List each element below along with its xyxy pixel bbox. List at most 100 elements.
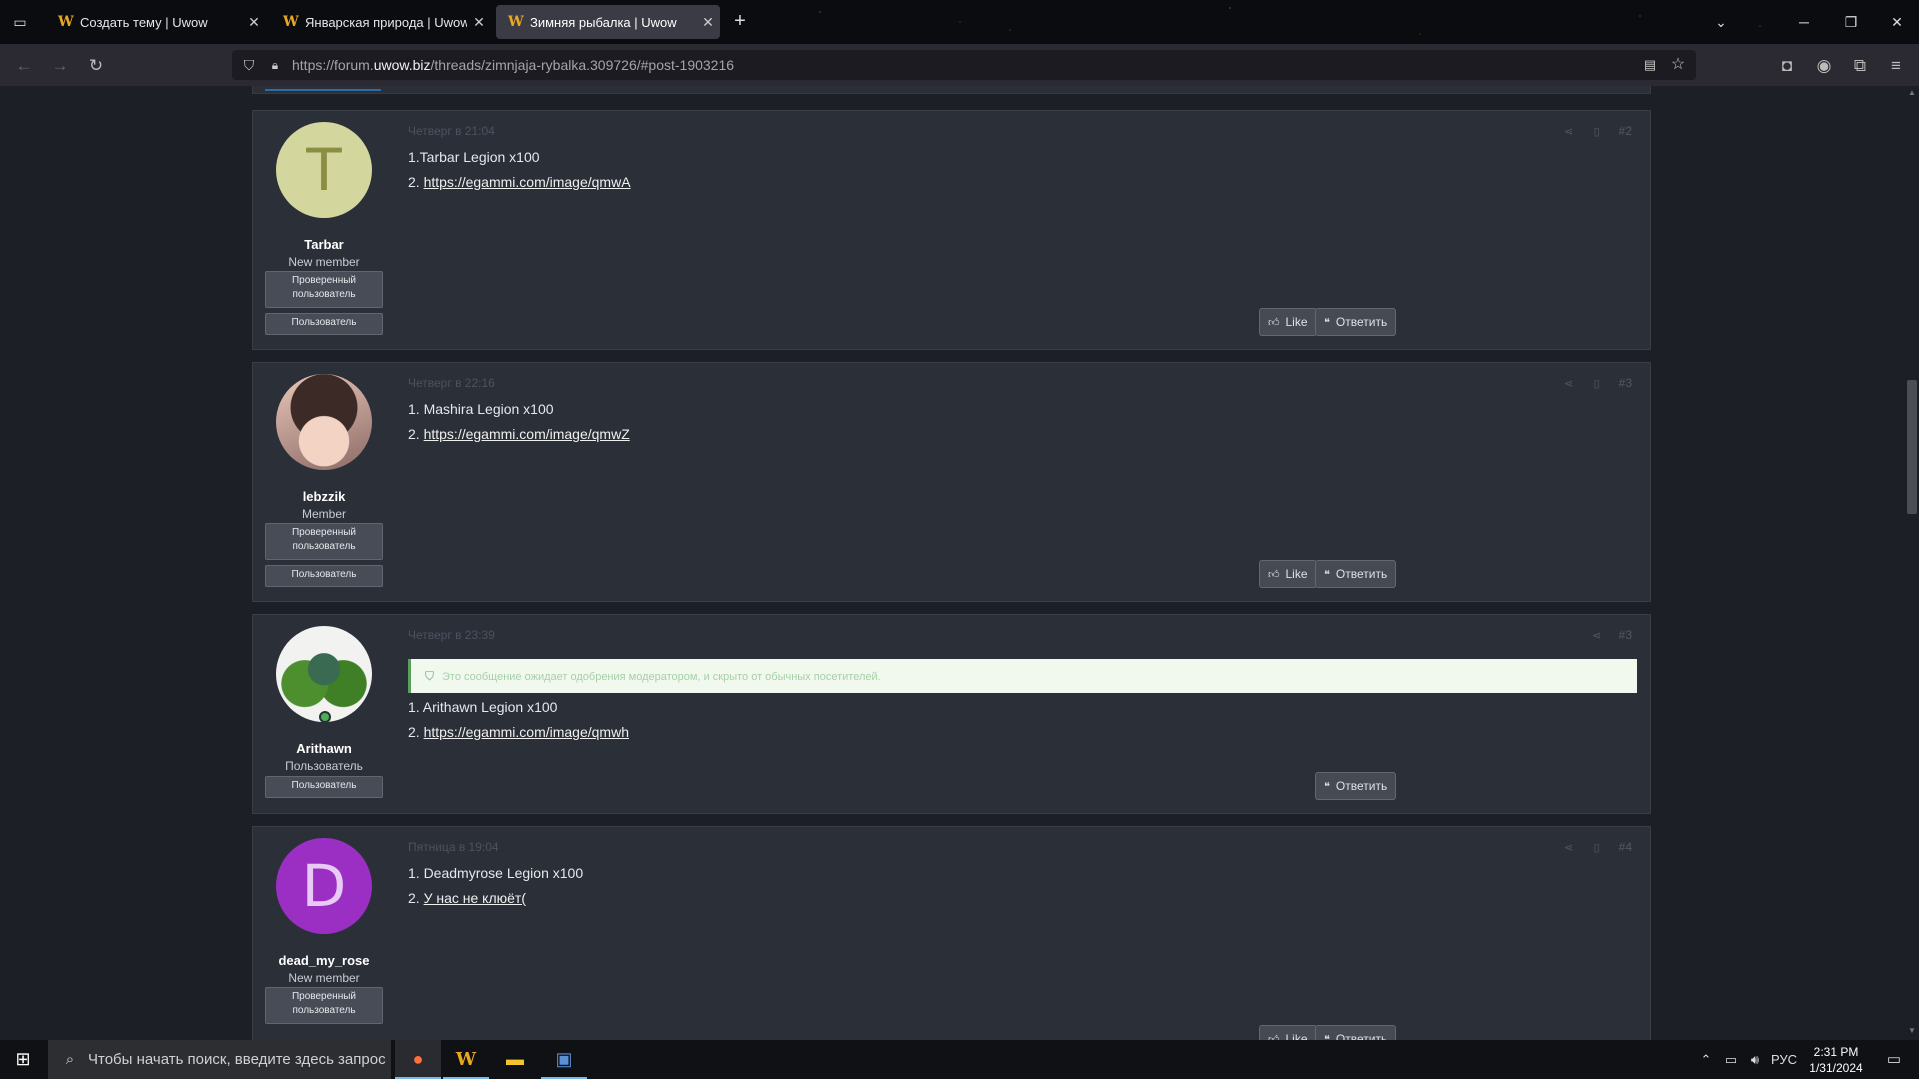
lock-icon[interactable]: 🔒︎ (266, 55, 284, 75)
quote-icon: ❝ (1324, 568, 1330, 581)
browser-tab-bar: ▭ W Создать тему | Uwow ✕ W Январская пр… (0, 0, 1919, 44)
post-link[interactable]: https://egammi.com/image/qmwZ (424, 426, 630, 442)
post-link[interactable]: У нас не клюёт( (424, 890, 526, 906)
tracking-protection-shield-icon[interactable]: ⛉ (240, 55, 258, 75)
user-banner: Пользователь (265, 565, 383, 587)
reply-button[interactable]: ❝ Ответить (1315, 1025, 1397, 1041)
post-line: 2. https://egammi.com/image/qmwZ (408, 426, 630, 442)
like-button[interactable]: 👍︎ Like (1259, 560, 1317, 588)
share-icon[interactable]: ⋖ (1563, 377, 1575, 390)
uwow-favicon-icon: W (58, 14, 74, 30)
clock-date: 1/31/2024 (1809, 1061, 1863, 1075)
active-tab-underline (265, 89, 381, 91)
reply-button[interactable]: ❝ Ответить (1315, 772, 1397, 800)
post-date[interactable]: Четверг в 21:04 (408, 124, 495, 138)
menu-hamburger-icon[interactable]: ≡ (1882, 52, 1910, 80)
back-arrow-icon[interactable]: ← (10, 52, 38, 80)
network-icon[interactable]: ▭ (1720, 1040, 1742, 1079)
user-title: Пользователь (285, 759, 363, 773)
username[interactable]: dead_my_rose (253, 953, 395, 968)
avatar[interactable] (276, 626, 372, 722)
extensions-puzzle-icon[interactable]: ⧉ (1846, 52, 1874, 80)
taskbar-clock[interactable]: 2:31 PM 1/31/2024 (1800, 1044, 1872, 1076)
close-icon[interactable]: ✕ (242, 14, 266, 31)
user-banner: Проверенный пользователь (265, 523, 383, 560)
reply-button[interactable]: ❝ Ответить (1315, 308, 1397, 336)
browser-nav-bar: ← → ↻ ⛉ 🔒︎ https://forum.uwow.biz/thread… (0, 44, 1919, 86)
bookmark-star-icon[interactable]: ☆ (1668, 55, 1688, 75)
tray-overflow-chevron-up-icon[interactable]: ⌃ (1696, 1040, 1716, 1079)
post-number[interactable]: #3 (1619, 376, 1632, 390)
close-icon[interactable]: ✕ (467, 14, 491, 31)
tab-winter-fishing[interactable]: W Зимняя рыбалка | Uwow ✕ (496, 5, 720, 39)
volume-icon[interactable]: 🔊︎ (1744, 1040, 1766, 1079)
bookmark-icon[interactable]: ▯ (1591, 841, 1603, 854)
tab-create-topic[interactable]: W Создать тему | Uwow ✕ (46, 5, 266, 39)
app-taskbar-icon[interactable]: ▣ (541, 1040, 587, 1079)
avatar[interactable]: D (276, 838, 372, 934)
notifications-icon[interactable]: ▭ (1876, 1040, 1912, 1079)
reply-button[interactable]: ❝ Ответить (1315, 560, 1397, 588)
file-explorer-taskbar-icon[interactable]: ▬ (492, 1040, 538, 1079)
clock-time: 2:31 PM (1813, 1045, 1859, 1059)
user-banner: Пользователь (265, 313, 383, 335)
share-icon[interactable]: ⋖ (1563, 841, 1575, 854)
bookmark-icon[interactable]: ▯ (1591, 377, 1603, 390)
windows-start-icon[interactable]: ⊞ (0, 1040, 46, 1079)
avatar[interactable] (276, 374, 372, 470)
previous-block-edge (252, 86, 1651, 94)
username[interactable]: Arithawn (253, 741, 395, 756)
close-icon[interactable]: ✕ (696, 14, 720, 31)
close-window-icon[interactable]: ✕ (1882, 8, 1912, 36)
tab-list-icon[interactable]: ▭ (10, 12, 30, 32)
scrollbar-thumb[interactable] (1907, 380, 1917, 514)
quote-icon: ❝ (1324, 1033, 1330, 1041)
like-button[interactable]: 👍︎ Like (1259, 1025, 1317, 1040)
scroll-up-arrow-icon[interactable]: ▲ (1907, 88, 1917, 98)
account-icon[interactable]: ◉ (1810, 52, 1838, 80)
avatar-letter: T (306, 136, 342, 204)
reader-view-icon[interactable]: ▤ (1640, 55, 1660, 75)
page-scrollbar[interactable]: ▲ ▼ (1905, 86, 1919, 1040)
moderation-notice: ⛉ Это сообщение ожидает одобрения модерат… (408, 659, 1637, 693)
post-date[interactable]: Четверг в 23:39 (408, 628, 495, 642)
post-date[interactable]: Пятница в 19:04 (408, 840, 499, 854)
uwow-favicon-icon: W (508, 14, 524, 30)
post-link[interactable]: https://egammi.com/image/qmwh (424, 724, 629, 740)
minimize-icon[interactable]: ─ (1789, 8, 1819, 36)
like-button[interactable]: 👍︎ Like (1259, 308, 1317, 336)
post-body: 1. Deadmyrose Legion x100 2. У нас не кл… (408, 861, 583, 911)
windows-taskbar: ⊞ ⌕ Чтобы начать поиск, введите здесь за… (0, 1040, 1919, 1079)
pocket-icon[interactable]: ◘ (1773, 52, 1801, 80)
post-link[interactable]: https://egammi.com/image/qmwA (424, 174, 631, 190)
restore-icon[interactable]: ❐ (1836, 8, 1866, 36)
avatar[interactable]: T (276, 122, 372, 218)
post-number[interactable]: #4 (1619, 840, 1632, 854)
post-line: 2. https://egammi.com/image/qmwh (408, 724, 629, 740)
uwow-launcher-taskbar-icon[interactable]: W (443, 1040, 489, 1079)
username[interactable]: lebzzik (253, 489, 395, 504)
share-icon[interactable]: ⋖ (1591, 629, 1603, 642)
url-text[interactable]: https://forum.uwow.biz/threads/zimnjaja-… (292, 50, 734, 80)
search-icon: ⌕ (65, 1051, 75, 1068)
reload-icon[interactable]: ↻ (82, 52, 110, 80)
post-number[interactable]: #3 (1619, 628, 1632, 642)
address-bar[interactable]: ⛉ 🔒︎ https://forum.uwow.biz/threads/zimn… (232, 50, 1696, 80)
post-actions: ⋖ #3 (1591, 628, 1632, 642)
shield-icon: ⛉ (425, 669, 435, 683)
input-language[interactable]: РУС (1768, 1040, 1800, 1079)
tab-january-nature[interactable]: W Январская природа | Uwow ✕ (271, 5, 491, 39)
post-line: 2. https://egammi.com/image/qmwA (408, 174, 631, 190)
tab-overflow-chevron-down-icon[interactable]: ⌄ (1706, 8, 1736, 36)
bookmark-icon[interactable]: ▯ (1591, 125, 1603, 138)
forward-arrow-icon[interactable]: → (46, 52, 74, 80)
new-tab-button[interactable]: + (728, 10, 752, 34)
username[interactable]: Tarbar (253, 237, 395, 252)
firefox-taskbar-icon[interactable]: ● (395, 1040, 441, 1079)
scroll-down-arrow-icon[interactable]: ▼ (1907, 1026, 1917, 1036)
post-number[interactable]: #2 (1619, 124, 1632, 138)
share-icon[interactable]: ⋖ (1563, 125, 1575, 138)
post-date[interactable]: Четверг в 22:16 (408, 376, 495, 390)
post-line: 1. Mashira Legion x100 (408, 401, 554, 417)
taskbar-search-input[interactable]: ⌕ Чтобы начать поиск, введите здесь запр… (48, 1040, 391, 1079)
